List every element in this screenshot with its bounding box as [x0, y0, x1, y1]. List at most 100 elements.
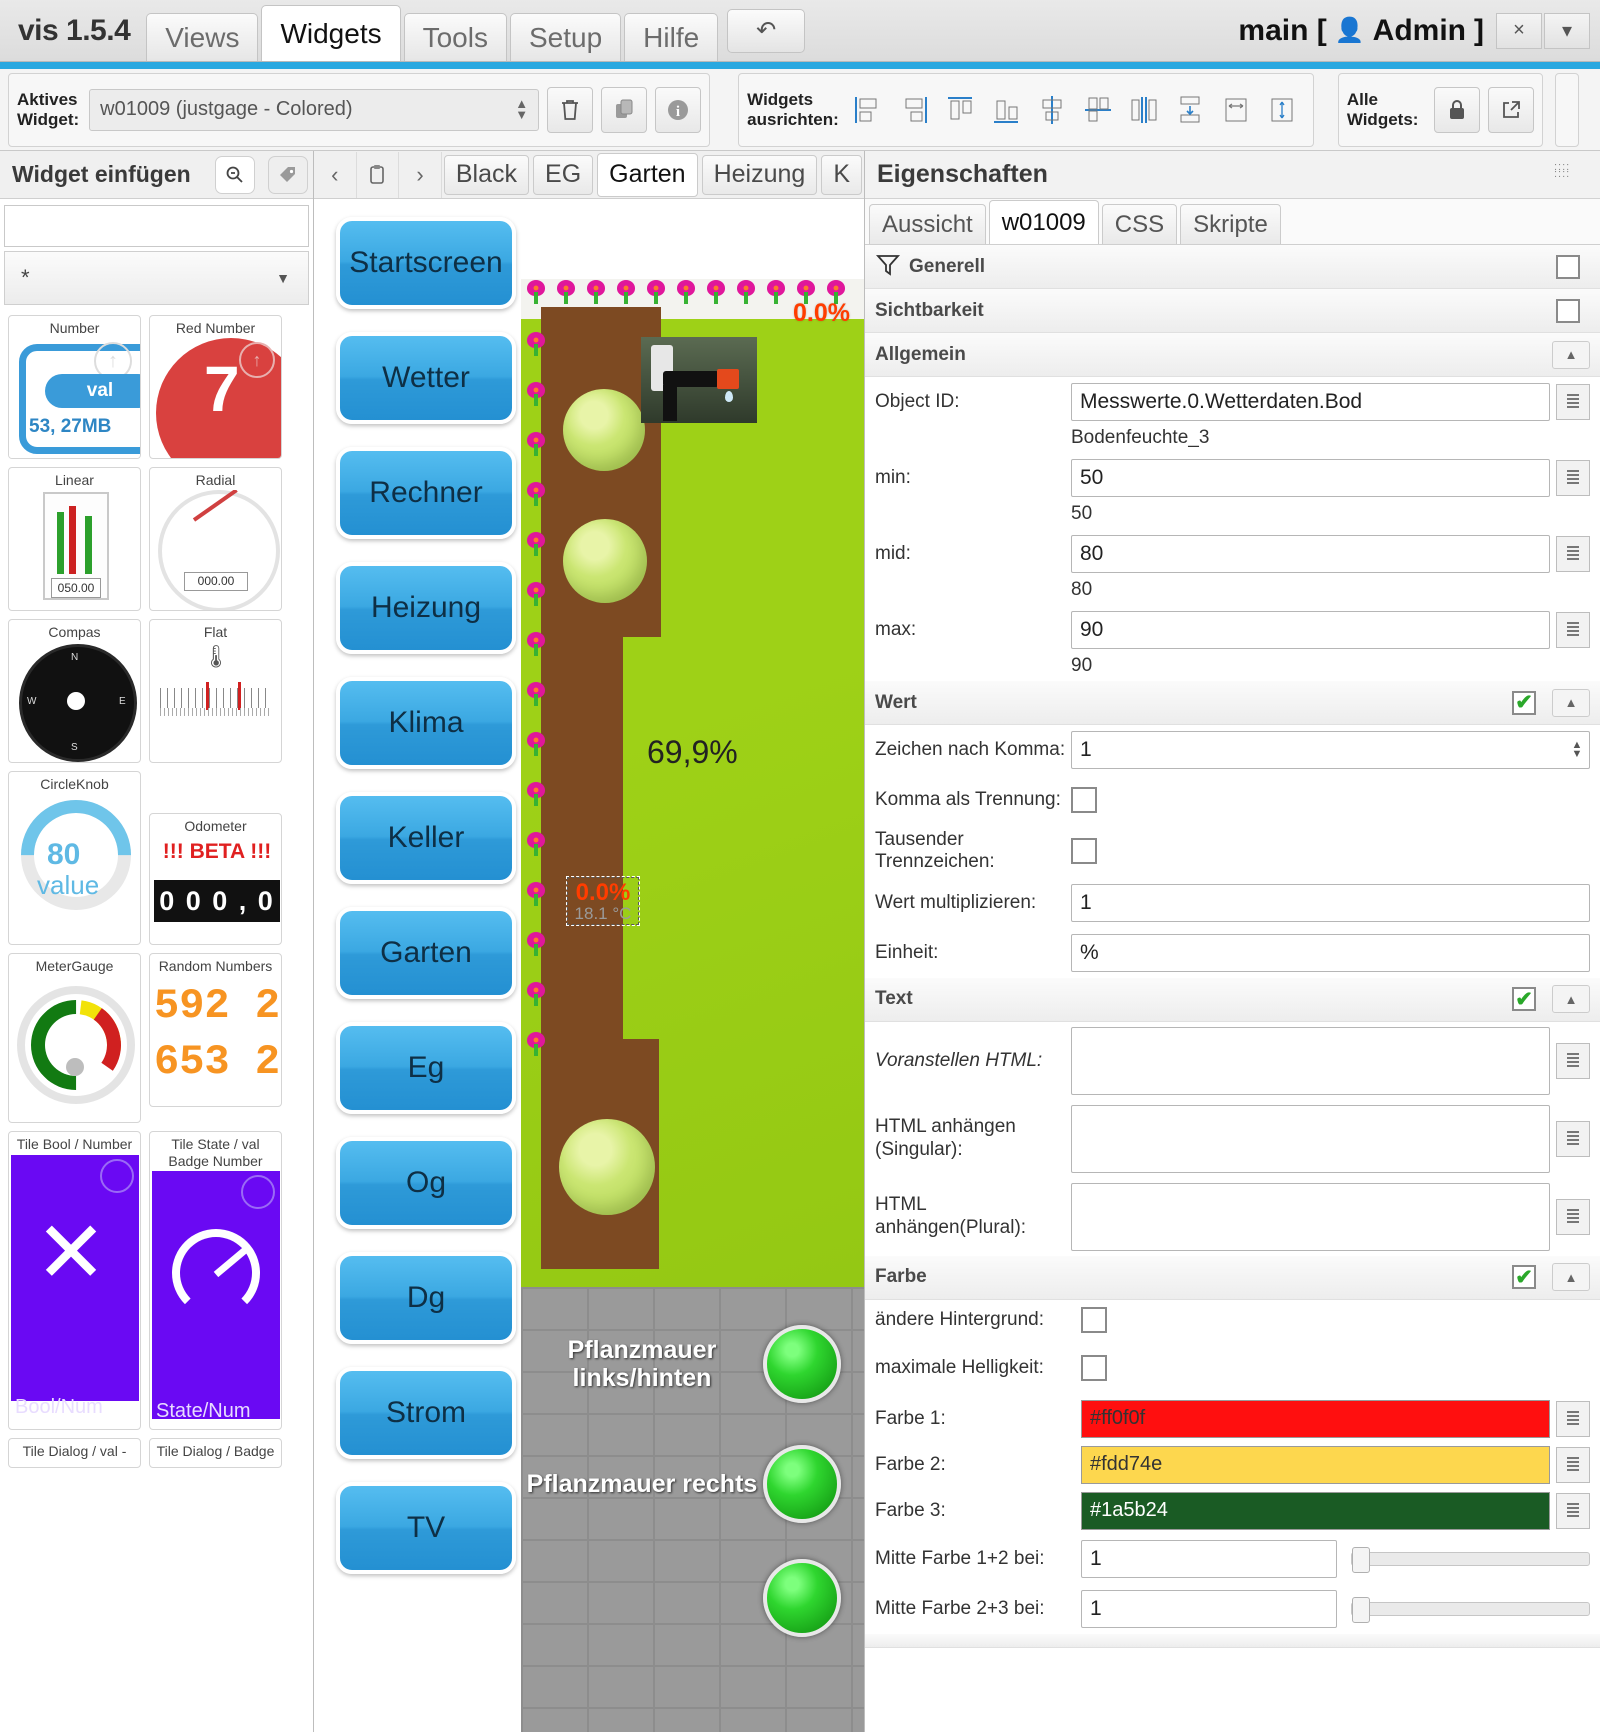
slider-knob[interactable] [1351, 1546, 1370, 1573]
widget-card-linear[interactable]: Linear 050.00 [8, 467, 141, 612]
section-wert[interactable]: Wert ▲ [865, 681, 1600, 725]
tag-icon[interactable] [268, 155, 308, 194]
min-input[interactable]: 50 [1071, 459, 1550, 497]
widget-card-tile-state[interactable]: Tile State / val Badge Number State/Num [149, 1131, 282, 1430]
section-checkbox[interactable] [1556, 254, 1580, 279]
max-brightness-checkbox[interactable] [1081, 1354, 1107, 1381]
clipboard-icon[interactable] [357, 151, 400, 198]
chevron-down-icon[interactable]: ▾ [1544, 12, 1590, 49]
collapse-icon[interactable]: ▲ [1552, 1263, 1590, 1292]
append-html-plural-textarea[interactable] [1071, 1182, 1550, 1251]
section-allgemein[interactable]: Allgemein ▲ [865, 333, 1600, 377]
tab-css[interactable]: CSS [1101, 204, 1178, 244]
menu-tab-hilfe[interactable]: Hilfe [624, 13, 719, 61]
copy-icon[interactable] [601, 86, 648, 133]
align-center-vertical-icon[interactable] [1032, 87, 1072, 133]
widget-card-compas[interactable]: Compas N W E S [8, 619, 141, 764]
align-right-icon[interactable] [894, 87, 934, 133]
mid-color-12-slider[interactable] [1350, 1546, 1590, 1573]
max-input[interactable]: 90 [1071, 611, 1550, 649]
section-checkbox[interactable] [1512, 1265, 1536, 1290]
external-link-icon[interactable] [1488, 86, 1535, 133]
color3-input[interactable]: #1a5b24 [1081, 1491, 1550, 1530]
section-checkbox[interactable] [1512, 690, 1536, 715]
unit-input[interactable]: % [1071, 933, 1590, 972]
widget-card-tile-dialog-badge[interactable]: Tile Dialog / Badge [149, 1437, 282, 1468]
nav-button-og[interactable]: Og [336, 1137, 516, 1229]
palette-filter-select[interactable]: * ▼ [4, 251, 309, 305]
widget-card-red-number[interactable]: Red Number ↑ 7 [149, 315, 282, 460]
nav-button-strom[interactable]: Strom [336, 1367, 516, 1459]
undo-icon[interactable]: ↶ [727, 8, 806, 53]
append-html-plural-picker-button[interactable] [1556, 1198, 1590, 1235]
color1-picker-button[interactable] [1556, 1400, 1590, 1437]
append-html-singular-picker-button[interactable] [1556, 1120, 1590, 1157]
align-top-icon[interactable] [940, 87, 980, 133]
align-bottom-icon[interactable] [986, 87, 1026, 133]
nav-button-dg[interactable]: Dg [336, 1252, 516, 1344]
max-picker-button[interactable] [1556, 612, 1590, 648]
garden-plan-image[interactable]: 0.0% 69,9% 0.0% 18.1 °C [521, 279, 864, 1359]
widget-card-number[interactable]: Number ↑ val 53, 27MB [8, 315, 141, 460]
change-background-checkbox[interactable] [1081, 1306, 1107, 1333]
mid-color-23-slider[interactable] [1350, 1596, 1590, 1623]
menu-tab-widgets[interactable]: Widgets [261, 5, 401, 61]
view-canvas[interactable]: Startscreen Wetter Rechner Heizung Klima… [314, 199, 864, 1732]
zoom-out-icon[interactable] [215, 155, 255, 194]
section-checkbox[interactable] [1556, 298, 1580, 323]
chevron-left-icon[interactable]: ‹ [314, 151, 357, 198]
color1-input[interactable]: #ff0f0f [1081, 1399, 1550, 1438]
nav-button-tv[interactable]: TV [336, 1482, 516, 1574]
equal-width-icon[interactable] [1216, 87, 1256, 133]
section-checkbox[interactable] [1512, 987, 1536, 1012]
section-sichtbarkeit[interactable]: Sichtbarkeit [865, 289, 1600, 333]
green-lamp-icon[interactable] [763, 1445, 841, 1523]
align-center-horizontal-icon[interactable] [1078, 87, 1118, 133]
view-tab-garten[interactable]: Garten [597, 152, 698, 197]
section-generell[interactable]: Generell [865, 245, 1600, 289]
distribute-vertical-icon[interactable] [1170, 87, 1210, 133]
tab-aussicht[interactable]: Aussicht [869, 204, 986, 244]
stepper-down-icon[interactable]: ▼ [1564, 749, 1590, 760]
object-id-input[interactable]: Messwerte.0.Wetterdaten.Bod [1071, 383, 1550, 421]
collapse-icon[interactable]: ▲ [1552, 985, 1590, 1014]
wall-row-3[interactable] [521, 1559, 864, 1637]
widget-card-flat[interactable]: Flat 🌡 [149, 619, 282, 764]
comma-sep-checkbox[interactable] [1071, 787, 1097, 813]
object-id-picker-button[interactable] [1556, 384, 1590, 420]
nav-button-keller[interactable]: Keller [336, 792, 516, 884]
view-tab-black[interactable]: Black [443, 154, 530, 195]
view-tab-k[interactable]: K [821, 154, 862, 195]
prepend-html-picker-button[interactable] [1556, 1042, 1590, 1079]
mid-picker-button[interactable] [1556, 536, 1590, 572]
widget-card-random-numbers[interactable]: Random Numbers 592 248 653 211 [149, 953, 282, 1108]
widget-card-circleknob[interactable]: CircleKnob 80 value [8, 771, 141, 946]
widget-card-radial[interactable]: Radial 000.00 [149, 467, 282, 612]
menu-tab-tools[interactable]: Tools [403, 13, 507, 61]
widget-card-metergauge[interactable]: MeterGauge [8, 953, 141, 1124]
slider-knob[interactable] [1351, 1596, 1370, 1623]
widget-card-tile-dialog[interactable]: Tile Dialog / val - [8, 1437, 141, 1468]
align-left-icon[interactable] [848, 87, 888, 133]
color3-picker-button[interactable] [1556, 1492, 1590, 1529]
nav-button-rechner[interactable]: Rechner [336, 447, 516, 539]
section-text[interactable]: Text ▲ [865, 977, 1600, 1022]
nav-button-eg[interactable]: Eg [336, 1022, 516, 1114]
mid-color-23-input[interactable]: 1 [1081, 1589, 1337, 1628]
wall-row-2[interactable]: Pflanzmauer rechts [521, 1445, 864, 1523]
menu-tab-setup[interactable]: Setup [509, 13, 622, 61]
append-html-singular-textarea[interactable] [1071, 1104, 1550, 1173]
decimals-input[interactable]: 1 [1071, 731, 1590, 769]
green-lamp-icon[interactable] [763, 1559, 841, 1637]
lock-icon[interactable] [1434, 86, 1481, 133]
wall-row-1[interactable]: Pflanzmauer links/hinten [521, 1325, 864, 1403]
collapse-icon[interactable]: ▲ [1552, 340, 1590, 369]
mid-input[interactable]: 80 [1071, 535, 1550, 573]
color2-input[interactable]: #fdd74e [1081, 1445, 1550, 1484]
distribute-horizontal-icon[interactable] [1124, 87, 1164, 133]
selected-widget-w01009[interactable]: 0.0% 18.1 °C [566, 876, 640, 926]
chevron-right-icon[interactable]: › [399, 151, 442, 198]
nav-button-startscreen[interactable]: Startscreen [336, 217, 516, 309]
collapse-icon[interactable]: ▲ [1552, 688, 1590, 717]
nav-button-klima[interactable]: Klima [336, 677, 516, 769]
